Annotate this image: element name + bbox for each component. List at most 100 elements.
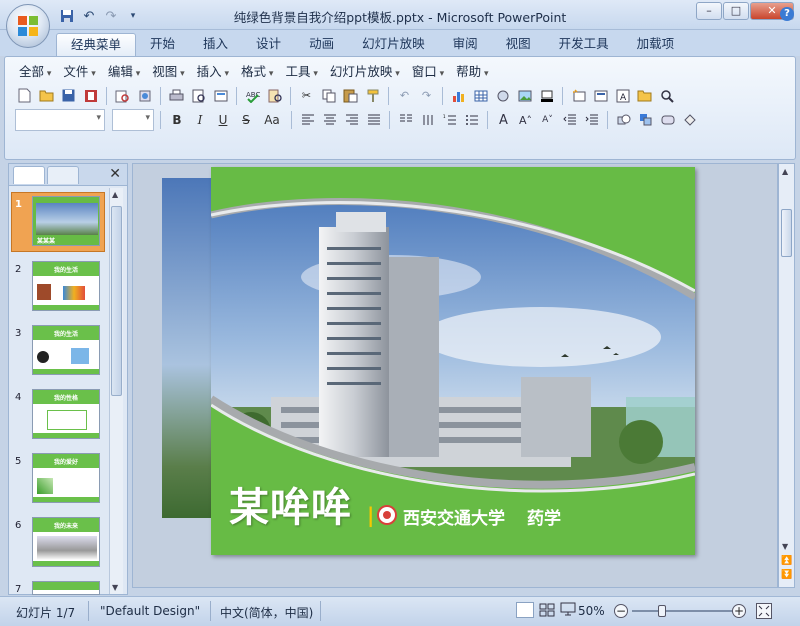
shadow-button[interactable]: S	[236, 111, 256, 130]
new-slide-icon[interactable]	[569, 86, 588, 105]
fill-color-icon[interactable]	[537, 86, 556, 105]
slide-sorter-icon[interactable]	[538, 602, 556, 618]
text-direction-icon[interactable]	[418, 111, 437, 130]
save-icon[interactable]	[59, 86, 78, 105]
tab-developer[interactable]: 开发工具	[545, 33, 623, 56]
redo-icon[interactable]: ↷	[102, 7, 120, 25]
undo-icon[interactable]: ↶	[80, 7, 98, 25]
zoom-out-icon[interactable]: −	[614, 604, 628, 618]
shrink-font-icon[interactable]: A˅	[538, 111, 557, 130]
menu-help[interactable]: 帮助	[452, 63, 496, 81]
tab-slides[interactable]	[13, 166, 45, 184]
layout-icon[interactable]	[591, 86, 610, 105]
menu-insert[interactable]: 插入	[193, 63, 237, 81]
university-name[interactable]: 西安交通大学	[403, 504, 505, 529]
vertical-scrollbar[interactable]: ▲ ▼ ⏫ ⏬	[778, 163, 795, 588]
menu-view[interactable]: 视图	[148, 63, 192, 81]
insert-picture-icon[interactable]	[515, 86, 534, 105]
bullets-icon[interactable]	[462, 111, 481, 130]
bold-button[interactable]: B	[167, 111, 187, 130]
maximize-button[interactable]: □	[723, 2, 749, 20]
open-icon[interactable]	[635, 86, 654, 105]
quick-styles-icon[interactable]	[658, 111, 677, 130]
shapes-icon[interactable]	[614, 111, 633, 130]
research-icon[interactable]	[265, 86, 284, 105]
menu-window[interactable]: 窗口	[408, 63, 452, 81]
italic-button[interactable]: I	[190, 111, 210, 130]
slide-thumbnail-2[interactable]: 我的生活	[32, 261, 100, 311]
menu-tools[interactable]: 工具	[281, 63, 325, 81]
menu-file[interactable]: 文件	[59, 63, 103, 81]
zoom-in-icon[interactable]: +	[732, 604, 746, 618]
panel-scroll-thumb[interactable]	[111, 206, 122, 396]
open-folder-icon[interactable]	[37, 86, 56, 105]
slideshow-view-icon[interactable]	[560, 602, 578, 618]
font-color-icon[interactable]: A	[494, 111, 513, 130]
print-preview-icon[interactable]	[113, 86, 132, 105]
copy-icon[interactable]	[319, 86, 338, 105]
close-panel-icon[interactable]: ✕	[109, 166, 121, 182]
cut-icon[interactable]: ✂	[297, 86, 316, 105]
publish-icon[interactable]	[135, 86, 154, 105]
menu-all[interactable]: 全部	[15, 63, 59, 81]
new-file-icon[interactable]	[15, 86, 34, 105]
tab-home[interactable]: 开始	[136, 33, 189, 56]
previous-slide-icon[interactable]: ⏫	[781, 556, 792, 566]
scroll-up-icon[interactable]: ▲	[112, 190, 118, 199]
major-name[interactable]: 药学	[527, 504, 561, 529]
slide-thumbnail-4[interactable]: 我的性格	[32, 389, 100, 439]
tab-insert[interactable]: 插入	[189, 33, 242, 56]
font-name-combo[interactable]	[15, 109, 105, 131]
tab-animations[interactable]: 动画	[295, 33, 348, 56]
align-center-icon[interactable]	[320, 111, 339, 130]
next-slide-icon[interactable]: ⏬	[781, 570, 792, 580]
zoom-icon[interactable]	[657, 86, 676, 105]
underline-button[interactable]: U	[213, 111, 233, 130]
menu-slideshow[interactable]: 幻灯片放映	[326, 63, 408, 81]
slide-thumbnail-6[interactable]: 我的未来	[32, 517, 100, 567]
normal-view-icon[interactable]	[516, 602, 534, 618]
zoom-level[interactable]: 50%	[578, 604, 605, 618]
print-icon[interactable]	[167, 86, 186, 105]
font-size-combo[interactable]	[112, 109, 154, 131]
text-box-icon[interactable]: A	[613, 86, 632, 105]
change-case-button[interactable]: Aa	[259, 111, 285, 130]
tab-review[interactable]: 审阅	[439, 33, 492, 56]
undo-icon[interactable]: ↶	[395, 86, 414, 105]
columns-icon[interactable]	[396, 111, 415, 130]
customize-qat-icon[interactable]: ▾	[124, 7, 142, 25]
paste-icon[interactable]	[341, 86, 360, 105]
redo-icon[interactable]: ↷	[417, 86, 436, 105]
grow-font-icon[interactable]: A˄	[516, 111, 535, 130]
help-icon[interactable]: ?	[780, 7, 794, 21]
tab-outline[interactable]	[47, 166, 79, 184]
menu-format[interactable]: 格式	[237, 63, 281, 81]
slide-1[interactable]: 某哞哞 | 西安交通大学 药学	[211, 167, 695, 555]
save-icon[interactable]	[58, 7, 76, 25]
panel-scrollbar[interactable]: ▲ ▼	[109, 188, 123, 594]
preview-icon[interactable]	[189, 86, 208, 105]
scroll-down-icon[interactable]: ▼	[782, 542, 788, 551]
slide-thumbnail-3[interactable]: 我的生活	[32, 325, 100, 375]
scroll-up-icon[interactable]: ▲	[782, 167, 788, 176]
format-painter-icon[interactable]	[363, 86, 382, 105]
shape-fill-icon[interactable]	[680, 111, 699, 130]
permission-icon[interactable]	[81, 86, 100, 105]
tab-slideshow[interactable]: 幻灯片放映	[348, 33, 439, 56]
slide-thumbnail-5[interactable]: 我的爱好	[32, 453, 100, 503]
arrange-icon[interactable]	[636, 111, 655, 130]
presenter-name[interactable]: 某哞哞	[229, 475, 352, 533]
minimize-button[interactable]: –	[696, 2, 722, 20]
language-indicator[interactable]: 中文(简体，中国)	[220, 604, 313, 621]
zoom-slider-thumb[interactable]	[658, 605, 666, 617]
justify-icon[interactable]	[364, 111, 383, 130]
fit-to-window-icon[interactable]	[756, 603, 772, 619]
align-left-icon[interactable]	[298, 111, 317, 130]
vertical-scroll-thumb[interactable]	[781, 209, 792, 257]
tab-view[interactable]: 视图	[492, 33, 545, 56]
insert-chart-icon[interactable]	[449, 86, 468, 105]
slide-thumbnail-1[interactable]: 某某某	[32, 196, 100, 246]
menu-edit[interactable]: 编辑	[104, 63, 148, 81]
tab-addins[interactable]: 加载项	[623, 33, 689, 56]
office-button[interactable]	[6, 4, 50, 48]
